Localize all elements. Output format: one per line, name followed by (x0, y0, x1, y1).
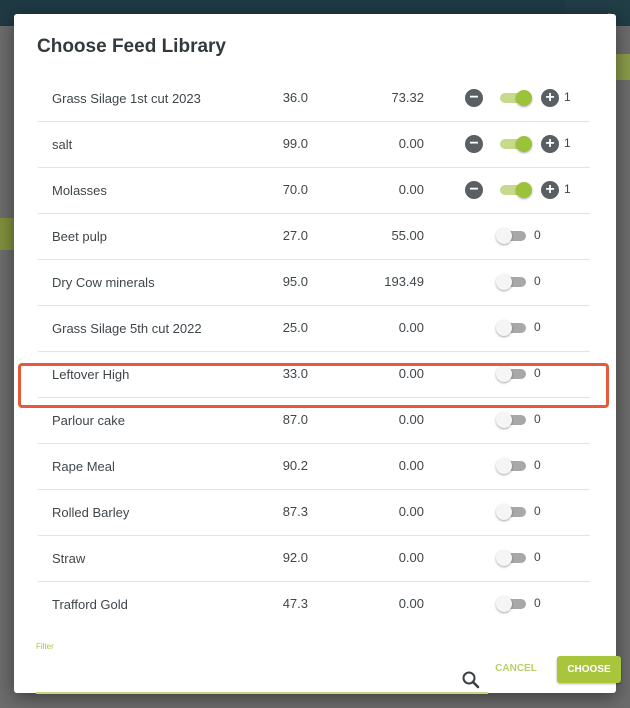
feed-count: 0 (534, 550, 541, 564)
increment-button[interactable]: + (541, 181, 559, 199)
toggle-knob (516, 136, 532, 152)
feed-select-toggle[interactable] (496, 320, 530, 336)
feed-count: 0 (534, 228, 541, 242)
feed-row[interactable]: Rape Meal 90.2 0.00 0 (38, 444, 590, 490)
feed-name: Dry Cow minerals (52, 274, 155, 290)
feed-count: 0 (534, 320, 541, 334)
feed-name: Straw (52, 550, 86, 566)
feed-select-toggle[interactable] (496, 274, 530, 290)
increment-button[interactable]: + (541, 135, 559, 153)
feed-price: 55.00 (391, 228, 424, 243)
feed-row[interactable]: Grass Silage 5th cut 2022 25.0 0.00 0 (38, 306, 590, 352)
feed-dry-matter: 70.0 (282, 182, 308, 197)
decrement-button[interactable]: − (465, 135, 483, 153)
feed-row[interactable]: Rolled Barley 87.3 0.00 0 (38, 490, 590, 536)
toggle-knob (496, 458, 512, 474)
feed-select-toggle[interactable] (496, 596, 530, 612)
feed-dry-matter: 95.0 (282, 274, 308, 289)
feed-name: Grass Silage 1st cut 2023 (52, 90, 201, 106)
feed-price: 0.00 (398, 182, 424, 197)
feed-price: 0.00 (398, 136, 424, 151)
toggle-knob (516, 90, 532, 106)
background-green-tab (0, 218, 14, 250)
feed-dry-matter: 25.0 (282, 320, 308, 335)
feed-count: 0 (534, 274, 541, 288)
feed-select-toggle[interactable] (496, 550, 530, 566)
feed-dry-matter: 27.0 (282, 228, 308, 243)
feed-row[interactable]: Grass Silage 1st cut 2023 36.0 73.32 − +1 (38, 76, 590, 122)
choose-button[interactable]: CHOOSE (557, 656, 621, 683)
decrement-button[interactable]: − (465, 89, 483, 107)
filter-input[interactable] (36, 654, 488, 694)
feed-count: 0 (534, 596, 541, 610)
feed-dry-matter: 90.2 (282, 458, 308, 473)
feed-row[interactable]: Straw 92.0 0.00 0 (38, 536, 590, 582)
feed-price: 73.32 (391, 90, 424, 105)
feed-name: Molasses (52, 182, 107, 198)
feed-row[interactable]: Dry Cow minerals 95.0 193.49 0 (38, 260, 590, 306)
feed-count: 0 (534, 412, 541, 426)
toggle-knob (496, 228, 512, 244)
toggle-knob (496, 320, 512, 336)
feed-price: 0.00 (398, 320, 424, 335)
feed-dry-matter: 87.3 (282, 504, 308, 519)
feed-dry-matter: 99.0 (282, 136, 308, 151)
feed-row[interactable]: Molasses 70.0 0.00 − +1 (38, 168, 590, 214)
feed-name: Rolled Barley (52, 504, 130, 520)
feed-dry-matter: 87.0 (282, 412, 308, 427)
increment-button[interactable]: + (541, 89, 559, 107)
feed-row[interactable]: salt 99.0 0.00 − +1 (38, 122, 590, 168)
feed-name: Grass Silage 5th cut 2022 (52, 320, 202, 336)
highlighted-row-outline (18, 363, 609, 408)
feed-price: 0.00 (398, 550, 424, 565)
feed-select-toggle[interactable] (498, 90, 532, 106)
dialog-title: Choose Feed Library (37, 36, 226, 57)
feed-count: 1 (564, 90, 571, 104)
feed-dry-matter: 36.0 (282, 90, 308, 105)
decrement-button[interactable]: − (465, 181, 483, 199)
feed-count: 0 (534, 458, 541, 472)
feed-row[interactable]: Beet pulp 27.0 55.00 0 (38, 214, 590, 260)
feed-price: 193.49 (384, 274, 424, 289)
feed-name: salt (52, 136, 73, 152)
feed-select-toggle[interactable] (498, 136, 532, 152)
feed-select-toggle[interactable] (498, 182, 532, 198)
feed-name: Beet pulp (52, 228, 107, 244)
feed-count: 1 (564, 182, 571, 196)
background-green-button (616, 54, 630, 80)
feed-select-toggle[interactable] (496, 458, 530, 474)
feed-count: 0 (534, 504, 541, 518)
feed-name: Rape Meal (52, 458, 115, 474)
feed-row[interactable]: Trafford Gold 47.3 0.00 0 (38, 582, 590, 626)
toggle-knob (496, 504, 512, 520)
feed-select-toggle[interactable] (496, 504, 530, 520)
feed-count: 1 (564, 136, 571, 150)
feed-select-toggle[interactable] (496, 228, 530, 244)
feed-list[interactable]: Grass Silage 1st cut 2023 36.0 73.32− +1 sal… (38, 76, 590, 626)
feed-price: 0.00 (398, 596, 424, 611)
feed-dry-matter: 47.3 (282, 596, 308, 611)
toggle-knob (496, 596, 512, 612)
toggle-knob (496, 274, 512, 290)
toggle-knob (516, 182, 532, 198)
toggle-knob (496, 550, 512, 566)
feed-price: 0.00 (398, 412, 424, 427)
filter-label: Filter (36, 642, 54, 651)
feed-name: Trafford Gold (52, 596, 128, 612)
feed-price: 0.00 (398, 504, 424, 519)
cancel-button[interactable]: CANCEL (486, 656, 546, 682)
choose-feed-library-dialog: Choose Feed Library Grass Silage 1st cut… (14, 14, 621, 694)
search-icon[interactable] (461, 670, 481, 690)
feed-price: 0.00 (398, 458, 424, 473)
feed-select-toggle[interactable] (496, 412, 530, 428)
feed-dry-matter: 92.0 (282, 550, 308, 565)
toggle-knob (496, 412, 512, 428)
